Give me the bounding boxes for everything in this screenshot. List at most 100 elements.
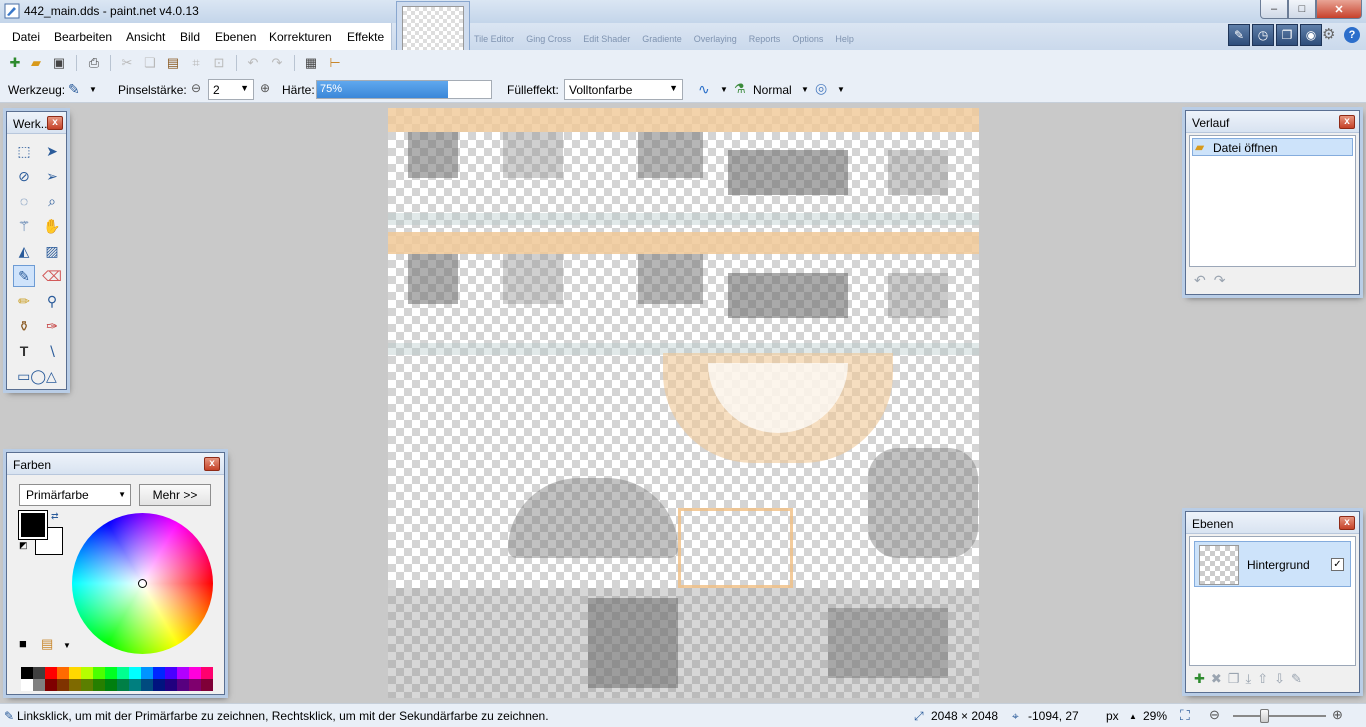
shapes-icon[interactable]: ▭◯△	[13, 365, 61, 387]
paste-icon[interactable]: ▤	[164, 54, 182, 72]
menu-effekte[interactable]: Effekte	[347, 30, 384, 44]
maximize-button[interactable]: □	[1288, 0, 1316, 19]
units-value[interactable]: px	[1106, 709, 1119, 723]
move-selection-icon[interactable]: ➢	[41, 165, 63, 187]
reset-colors-icon[interactable]: ◩	[19, 540, 28, 551]
color-wheel-marker[interactable]	[138, 579, 147, 588]
rectangle-select-icon[interactable]: ⬚	[13, 140, 35, 162]
palette-swatch[interactable]	[81, 667, 93, 679]
delete-layer-icon[interactable]: ✖	[1211, 671, 1222, 687]
zoom-value[interactable]: 29%	[1143, 709, 1167, 723]
text-icon[interactable]: T	[13, 340, 35, 362]
redo-icon[interactable]: ↷	[1214, 272, 1226, 289]
increase-icon[interactable]: ⊕	[260, 81, 270, 95]
settings-gear-icon[interactable]: ⚙	[1322, 27, 1338, 43]
palette-swatch[interactable]	[69, 667, 81, 679]
gradient-icon[interactable]: ▨	[41, 240, 63, 262]
ellipse-select-icon[interactable]: ◌	[13, 190, 35, 212]
layers-window-close-button[interactable]: x	[1339, 516, 1355, 530]
palette-swatch[interactable]	[117, 667, 129, 679]
close-button[interactable]: ✕	[1316, 0, 1362, 19]
history-window-toggle-icon[interactable]: ◷	[1252, 24, 1274, 46]
palette-menu-icon[interactable]: ▤	[41, 636, 53, 652]
lasso-select-icon[interactable]: ⊘	[13, 165, 35, 187]
palette-swatch[interactable]	[117, 679, 129, 691]
palette-swatch[interactable]	[105, 667, 117, 679]
more-button[interactable]: Mehr >>	[139, 484, 211, 506]
palette-swatch[interactable]	[57, 679, 69, 691]
swap-colors-icon[interactable]: ⇄	[51, 511, 59, 522]
paintbrush-icon[interactable]: ✎	[68, 81, 80, 98]
chevron-up-icon[interactable]: ▲	[1129, 712, 1137, 721]
menu-bild[interactable]: Bild	[180, 30, 200, 44]
undo-icon[interactable]: ↶	[1194, 272, 1206, 289]
palette-swatch[interactable]	[105, 679, 117, 691]
minimize-button[interactable]: –	[1260, 0, 1288, 19]
crop-icon[interactable]: ⌗	[187, 54, 205, 72]
help-icon[interactable]: ?	[1344, 27, 1360, 43]
eraser-icon[interactable]: ⌫	[41, 265, 63, 287]
paintbrush-icon[interactable]: ✎	[13, 265, 35, 287]
history-window-close-button[interactable]: x	[1339, 115, 1355, 129]
ruler-icon[interactable]: ⊢	[326, 54, 344, 72]
zoom-icon[interactable]: ⌕	[41, 190, 63, 212]
palette-swatch[interactable]	[153, 667, 165, 679]
decrease-icon[interactable]: ⊖	[191, 81, 201, 95]
zoom-in-icon[interactable]: ⊕	[1332, 707, 1343, 723]
color-picker-icon[interactable]: ⚲	[41, 290, 63, 312]
palette-swatch[interactable]	[45, 679, 57, 691]
zoom-slider-track[interactable]	[1233, 715, 1326, 717]
deselect-icon[interactable]: ⊡	[210, 54, 228, 72]
undo-icon[interactable]: ↶	[244, 54, 262, 72]
palette-swatch[interactable]	[81, 679, 93, 691]
tools-window-toggle-icon[interactable]: ✎	[1228, 24, 1250, 46]
colors-window-close-button[interactable]: x	[204, 457, 220, 471]
move-layer-up-icon[interactable]: ⇧	[1257, 671, 1268, 687]
palette-swatch[interactable]	[165, 679, 177, 691]
palette-swatch[interactable]	[57, 667, 69, 679]
add-to-palette-icon[interactable]: ■	[19, 636, 27, 651]
menu-korrekturen[interactable]: Korrekturen	[269, 30, 332, 44]
zoom-out-icon[interactable]: ⊖	[1209, 707, 1220, 723]
chevron-down-icon[interactable]: ▼	[801, 85, 809, 94]
save-icon[interactable]: ▣	[50, 54, 68, 72]
tools-window-close-button[interactable]: x	[47, 116, 63, 130]
history-window-titlebar[interactable]: Verlauf x	[1186, 111, 1359, 133]
color-palette[interactable]	[21, 667, 213, 691]
image-canvas[interactable]	[388, 108, 979, 698]
tools-window-titlebar[interactable]: Werk... x	[7, 112, 66, 134]
pencil-icon[interactable]: ✏	[13, 290, 35, 312]
palette-swatch[interactable]	[177, 667, 189, 679]
merge-layer-down-icon[interactable]: ⤓	[1245, 671, 1251, 687]
layer-visibility-checkbox[interactable]: ✓	[1331, 558, 1344, 571]
palette-swatch[interactable]	[93, 667, 105, 679]
layers-window-toggle-icon[interactable]: ❐	[1276, 24, 1298, 46]
palette-swatch[interactable]	[45, 667, 57, 679]
move-selected-icon[interactable]: ➤	[41, 140, 63, 162]
palette-swatch[interactable]	[201, 667, 213, 679]
chevron-down-icon[interactable]: ▼	[89, 85, 97, 94]
palette-swatch[interactable]	[129, 679, 141, 691]
primary-color-swatch[interactable]	[18, 510, 48, 540]
palette-swatch[interactable]	[69, 679, 81, 691]
magic-wand-icon[interactable]: ⚚	[13, 215, 35, 237]
layer-properties-icon[interactable]: ✎	[1291, 671, 1302, 687]
fill-combo[interactable]: Volltonfarbe ▼	[564, 79, 683, 100]
brush-width-combo[interactable]: 2 ▼	[208, 79, 254, 100]
colors-window-titlebar[interactable]: Farben x	[7, 453, 224, 475]
palette-swatch[interactable]	[21, 679, 33, 691]
menu-ansicht[interactable]: Ansicht	[126, 30, 165, 44]
clone-stamp-icon[interactable]: ⚱	[13, 315, 35, 337]
pan-icon[interactable]: ✋	[41, 215, 63, 237]
cut-icon[interactable]: ✂	[118, 54, 136, 72]
chevron-down-icon[interactable]: ▼	[63, 641, 71, 650]
line-curve-icon[interactable]: ∖	[41, 340, 63, 362]
palette-swatch[interactable]	[21, 667, 33, 679]
redo-icon[interactable]: ↷	[268, 54, 286, 72]
zoom-to-window-icon[interactable]: ⛶	[1180, 707, 1190, 724]
antialias-icon[interactable]: ∿	[698, 81, 710, 98]
new-icon[interactable]: ✚	[6, 54, 24, 72]
color-mode-combo[interactable]: Primärfarbe ▼	[19, 484, 131, 506]
palette-swatch[interactable]	[33, 679, 45, 691]
palette-swatch[interactable]	[153, 679, 165, 691]
